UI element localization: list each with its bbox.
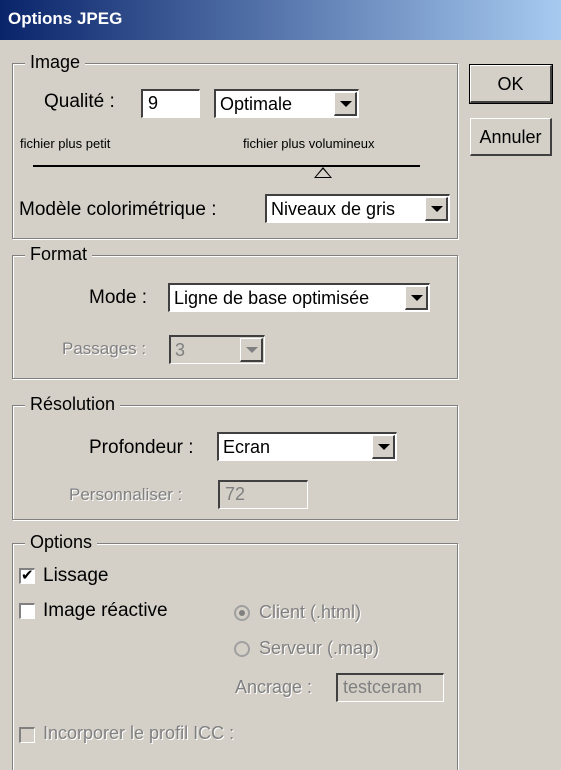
format-group: Format Mode : Ligne de base optimisée Pa… — [12, 244, 458, 379]
chevron-down-icon[interactable] — [372, 435, 395, 459]
large-file-label: fichier plus volumineux — [243, 136, 375, 151]
window-title: Options JPEG — [8, 9, 123, 28]
mode-select[interactable]: Ligne de base optimisée — [168, 283, 430, 312]
imagemap-checkbox[interactable] — [19, 603, 35, 619]
client-label: Client (.html) — [259, 602, 362, 622]
custom-resolution-input[interactable]: 72 — [218, 480, 308, 509]
title-bar: Options JPEG — [0, 0, 561, 40]
smoothing-checkbox[interactable]: ✔ — [19, 567, 35, 584]
chevron-down-icon[interactable] — [334, 92, 357, 116]
resolution-group-legend: Résolution — [25, 394, 121, 415]
passes-select[interactable]: 3 — [169, 335, 265, 364]
quality-preset-select[interactable]: Optimale — [214, 89, 359, 118]
depth-select[interactable]: Ecran — [217, 432, 397, 461]
chevron-down-icon[interactable] — [405, 286, 428, 310]
mode-label: Mode : — [89, 287, 148, 308]
format-group-legend: Format — [25, 244, 93, 265]
server-label: Serveur (.map) — [259, 638, 380, 658]
color-model-value: Niveaux de gris — [271, 199, 396, 219]
depth-label: Profondeur : — [89, 437, 194, 458]
imagemap-label: Image réactive — [43, 600, 168, 621]
client-radio[interactable] — [234, 605, 250, 621]
options-group: Options ✔ Lissage Image réactive Client … — [12, 532, 458, 770]
color-model-label: Modèle colorimétrique : — [19, 199, 217, 220]
icc-profile-checkbox[interactable] — [19, 727, 35, 743]
quality-input[interactable]: 9 — [141, 89, 200, 118]
check-icon: ✔ — [21, 567, 34, 584]
passes-value: 3 — [175, 340, 186, 360]
anchor-input[interactable]: testceram — [336, 673, 444, 702]
quality-slider-track[interactable] — [33, 165, 420, 167]
quality-slider-thumb[interactable] — [314, 167, 333, 178]
custom-resolution-label: Personnaliser : — [69, 485, 183, 504]
smoothing-label: Lissage — [43, 565, 109, 586]
mode-value: Ligne de base optimisée — [174, 288, 370, 308]
color-model-select[interactable]: Niveaux de gris — [265, 194, 450, 223]
small-file-label: fichier plus petit — [20, 136, 111, 151]
resolution-group: Résolution Profondeur : Ecran Personnali… — [12, 394, 458, 520]
radio-dot-icon — [239, 610, 245, 616]
cancel-button[interactable]: Annuler — [470, 118, 552, 156]
chevron-down-icon[interactable] — [240, 338, 263, 362]
image-group: Image Qualité : 9 Optimale fichier plus … — [12, 52, 458, 239]
anchor-label: Ancrage : — [235, 677, 313, 697]
ok-button[interactable]: OK — [469, 64, 553, 104]
icc-profile-label: Incorporer le profil ICC : — [43, 723, 235, 743]
server-radio[interactable] — [234, 641, 250, 657]
passes-label: Passages : — [62, 339, 147, 358]
depth-value: Ecran — [223, 437, 271, 457]
image-group-legend: Image — [25, 52, 86, 73]
quality-preset-value: Optimale — [220, 94, 293, 114]
options-group-legend: Options — [25, 532, 98, 553]
chevron-down-icon[interactable] — [425, 197, 448, 221]
quality-label: Qualité : — [44, 91, 115, 112]
